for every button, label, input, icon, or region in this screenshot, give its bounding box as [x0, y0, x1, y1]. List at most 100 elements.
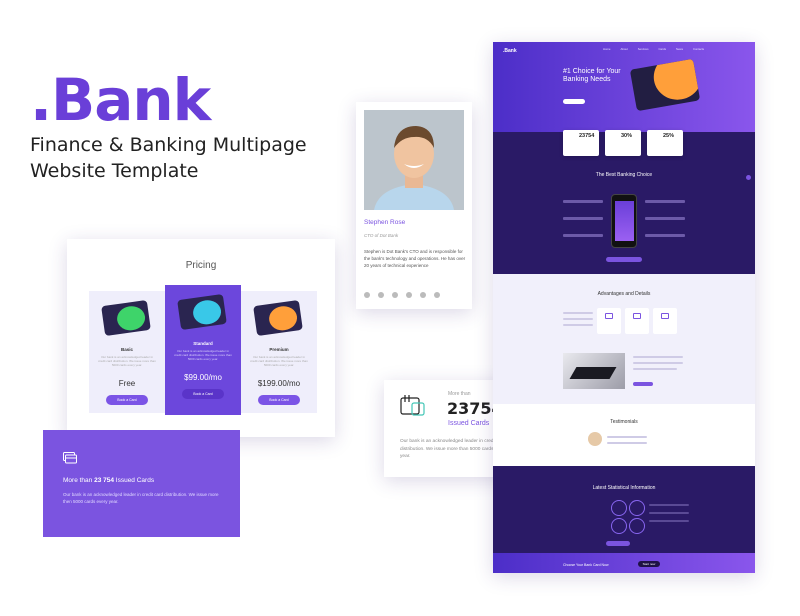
twitter-icon[interactable] [378, 292, 384, 298]
text-line [633, 362, 683, 364]
social-links [364, 292, 464, 298]
feature-icon [605, 313, 613, 319]
statistics-button[interactable] [606, 541, 630, 546]
plan-price: Free [118, 379, 136, 388]
text-line [649, 504, 689, 506]
stat-more-than: More than [448, 391, 471, 397]
statistics-title: Latest Statistical Information [592, 485, 656, 491]
footer-cta-button[interactable]: Start now [638, 561, 660, 567]
mini-stat: 25% [647, 130, 683, 156]
text-line [649, 512, 689, 514]
nav-item[interactable]: Services [638, 47, 649, 51]
feature-line [563, 200, 603, 203]
nav-item[interactable]: Contacts [693, 47, 704, 51]
team-profile-card: Stephen Rose CTO of Dot Bank Stephen is … [356, 102, 472, 309]
credit-card-icon [101, 299, 151, 337]
feature-icon [661, 313, 669, 319]
nav-item[interactable]: Cards [659, 47, 666, 51]
progress-ring [611, 518, 627, 534]
mini-stat-value: 30% [621, 133, 633, 139]
profile-name: Stephen Rose [364, 219, 406, 226]
testimonial-avatar [588, 432, 602, 446]
issued-suffix: Issued Cards [113, 477, 155, 484]
plan-price: $99.00/mo [184, 373, 222, 382]
text-line [649, 520, 689, 522]
text-line [633, 368, 677, 370]
nav-item[interactable]: Home [603, 47, 610, 51]
scroll-indicator[interactable] [746, 175, 751, 180]
phone-image [611, 194, 637, 248]
site-testimonials-section [493, 404, 755, 466]
mini-stat: 23754 [563, 130, 599, 156]
issued-prefix: More than [63, 477, 95, 484]
book-card-button[interactable]: Book a Card [106, 395, 148, 405]
testimonials-title: Testimonials [610, 419, 638, 425]
site-nav: Home About Services Cards News Contacts [603, 47, 704, 51]
advantages-title: Advantages and Details [597, 291, 651, 297]
book-card-button[interactable]: Book a Card [182, 389, 224, 399]
feature-line [563, 217, 603, 220]
plan-price: $199.00/mo [257, 379, 301, 388]
plan-premium: Premium Our bank is an acknowledged lead… [241, 291, 317, 413]
profile-role: CTO of Dot Bank [364, 233, 399, 238]
plan-basic: Basic Our bank is an acknowledged leader… [89, 291, 165, 413]
stat-label: Issued Cards [448, 420, 490, 427]
book-card-button[interactable]: Book a Card [258, 395, 300, 405]
text-line [607, 436, 647, 438]
progress-ring [629, 500, 645, 516]
site-hero [493, 42, 755, 132]
plan-name: Basic [120, 347, 133, 352]
mini-stat: 30% [605, 130, 641, 156]
mini-stat-value: 25% [663, 133, 675, 139]
plan-desc: Our bank is an acknowledged leader in cr… [98, 355, 156, 367]
website-preview: .Bank Home About Services Cards News Con… [493, 42, 755, 573]
snapchat-icon[interactable] [434, 292, 440, 298]
progress-ring [629, 518, 645, 534]
profile-bio: Stephen is Dot Bank's CTO and is respons… [364, 249, 466, 268]
nav-item[interactable]: News [676, 47, 683, 51]
feature-icon [633, 313, 641, 319]
read-more-button[interactable] [633, 382, 653, 386]
nav-item[interactable]: About [620, 47, 627, 51]
footer-cta-text: Choose Your Bank Card Now [563, 563, 609, 567]
brand-logo: .Bank [30, 66, 211, 134]
best-choice-title: The Best Banking Choice [595, 172, 653, 178]
text-line [563, 324, 593, 326]
plan-desc: Our bank is an acknowledged leader in cr… [250, 355, 308, 367]
plan-desc: Our bank is an acknowledged leader in cr… [174, 349, 232, 361]
mini-stat-value: 23754 [579, 133, 595, 139]
cards-icon [63, 452, 77, 464]
credit-card-icon [177, 293, 227, 331]
linkedin-icon[interactable] [420, 292, 426, 298]
progress-ring [611, 500, 627, 516]
facebook-icon[interactable] [364, 292, 370, 298]
pricing-title: Pricing [185, 260, 217, 271]
issued-cards-desc: Our bank is an acknowledged leader in cr… [63, 492, 219, 504]
profile-photo [364, 110, 464, 210]
plan-standard: Standard Our bank is an acknowledged lea… [165, 285, 241, 415]
feature-line [563, 234, 603, 237]
site-logo[interactable]: .Bank [503, 48, 517, 54]
messenger-icon[interactable] [406, 292, 412, 298]
person-image [364, 110, 464, 210]
site-headline: #1 Choice for Your Banking Needs [563, 68, 621, 83]
plan-name: Premium [269, 347, 289, 352]
feature-line [645, 217, 685, 220]
feature-line [645, 234, 685, 237]
wallet-icon [400, 395, 425, 416]
text-line [633, 356, 683, 358]
credit-card-icon [253, 299, 303, 337]
page-title: Finance & Banking Multipage Website Temp… [30, 134, 307, 182]
section-button[interactable] [606, 257, 642, 262]
text-line [607, 442, 647, 444]
laptop-image [563, 353, 625, 389]
advantage-box [625, 308, 649, 334]
advantage-box [597, 308, 621, 334]
issued-cards-line: More than 23 754 Issued Cards [63, 477, 154, 484]
feature-line [645, 200, 685, 203]
hero-button[interactable] [563, 99, 585, 104]
instagram-icon[interactable] [392, 292, 398, 298]
text-line [563, 318, 593, 320]
pricing-card: Pricing Basic Our bank is an acknowledge… [67, 239, 335, 437]
text-line [563, 312, 593, 314]
